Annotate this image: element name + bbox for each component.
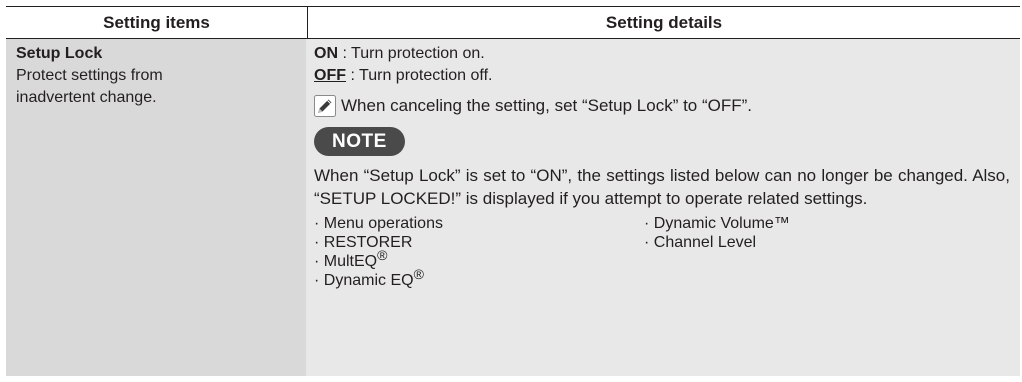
pencil-icon [314,95,336,117]
table-header: Setting items Setting details [6,7,1020,39]
option-off-key: OFF [314,67,346,84]
option-on-text: : Turn protection on. [338,45,485,62]
list-item: · Menu operations [314,215,443,232]
setting-item-description: Protect settings from inadvertent change… [16,67,163,106]
option-off-text: : Turn protection off. [346,67,493,84]
option-off: OFF : Turn protection off. [314,65,1010,87]
list-item: · RESTORER [314,234,413,251]
header-setting-items: Setting items [6,7,308,38]
header-setting-details: Setting details [605,12,723,32]
list-column-2: · Dynamic Volume™ · Channel Level [644,214,1010,290]
list-item: · Dynamic Volume™ [644,215,790,232]
list-item-text: · Dynamic EQ [314,272,414,289]
option-on: ON : Turn protection on. [314,43,1010,65]
list-item-dynamic-eq: · Dynamic EQ® [314,267,644,290]
setting-item-cell: Setup Lock Protect settings from inadver… [6,39,306,376]
note-badge: NOTE [314,127,405,156]
list-item: · Channel Level [644,234,757,251]
hint-line: When canceling the setting, set “Setup L… [314,95,1010,117]
list-column-1: · Menu operations · RESTORER · MultEQ® ·… [314,214,644,290]
option-on-key: ON [314,45,338,62]
note-text: When “Setup Lock” is set to “ON”, the se… [314,166,1010,208]
registered-mark: ® [377,247,388,263]
list-item-text: · MultEQ [314,253,378,270]
locked-settings-list: · Menu operations · RESTORER · MultEQ® ·… [314,214,1010,290]
table-row: Setup Lock Protect settings from inadver… [6,39,1020,376]
setting-details-cell: ON : Turn protection on. OFF : Turn prot… [306,39,1020,376]
list-item-multeq: · MultEQ® [314,248,644,271]
setting-item-title: Setup Lock [16,45,103,62]
hint-text: When canceling the setting, set “Setup L… [341,96,753,115]
settings-table: Setting items Setting details Setup Lock… [6,6,1020,376]
registered-mark: ® [413,266,424,282]
